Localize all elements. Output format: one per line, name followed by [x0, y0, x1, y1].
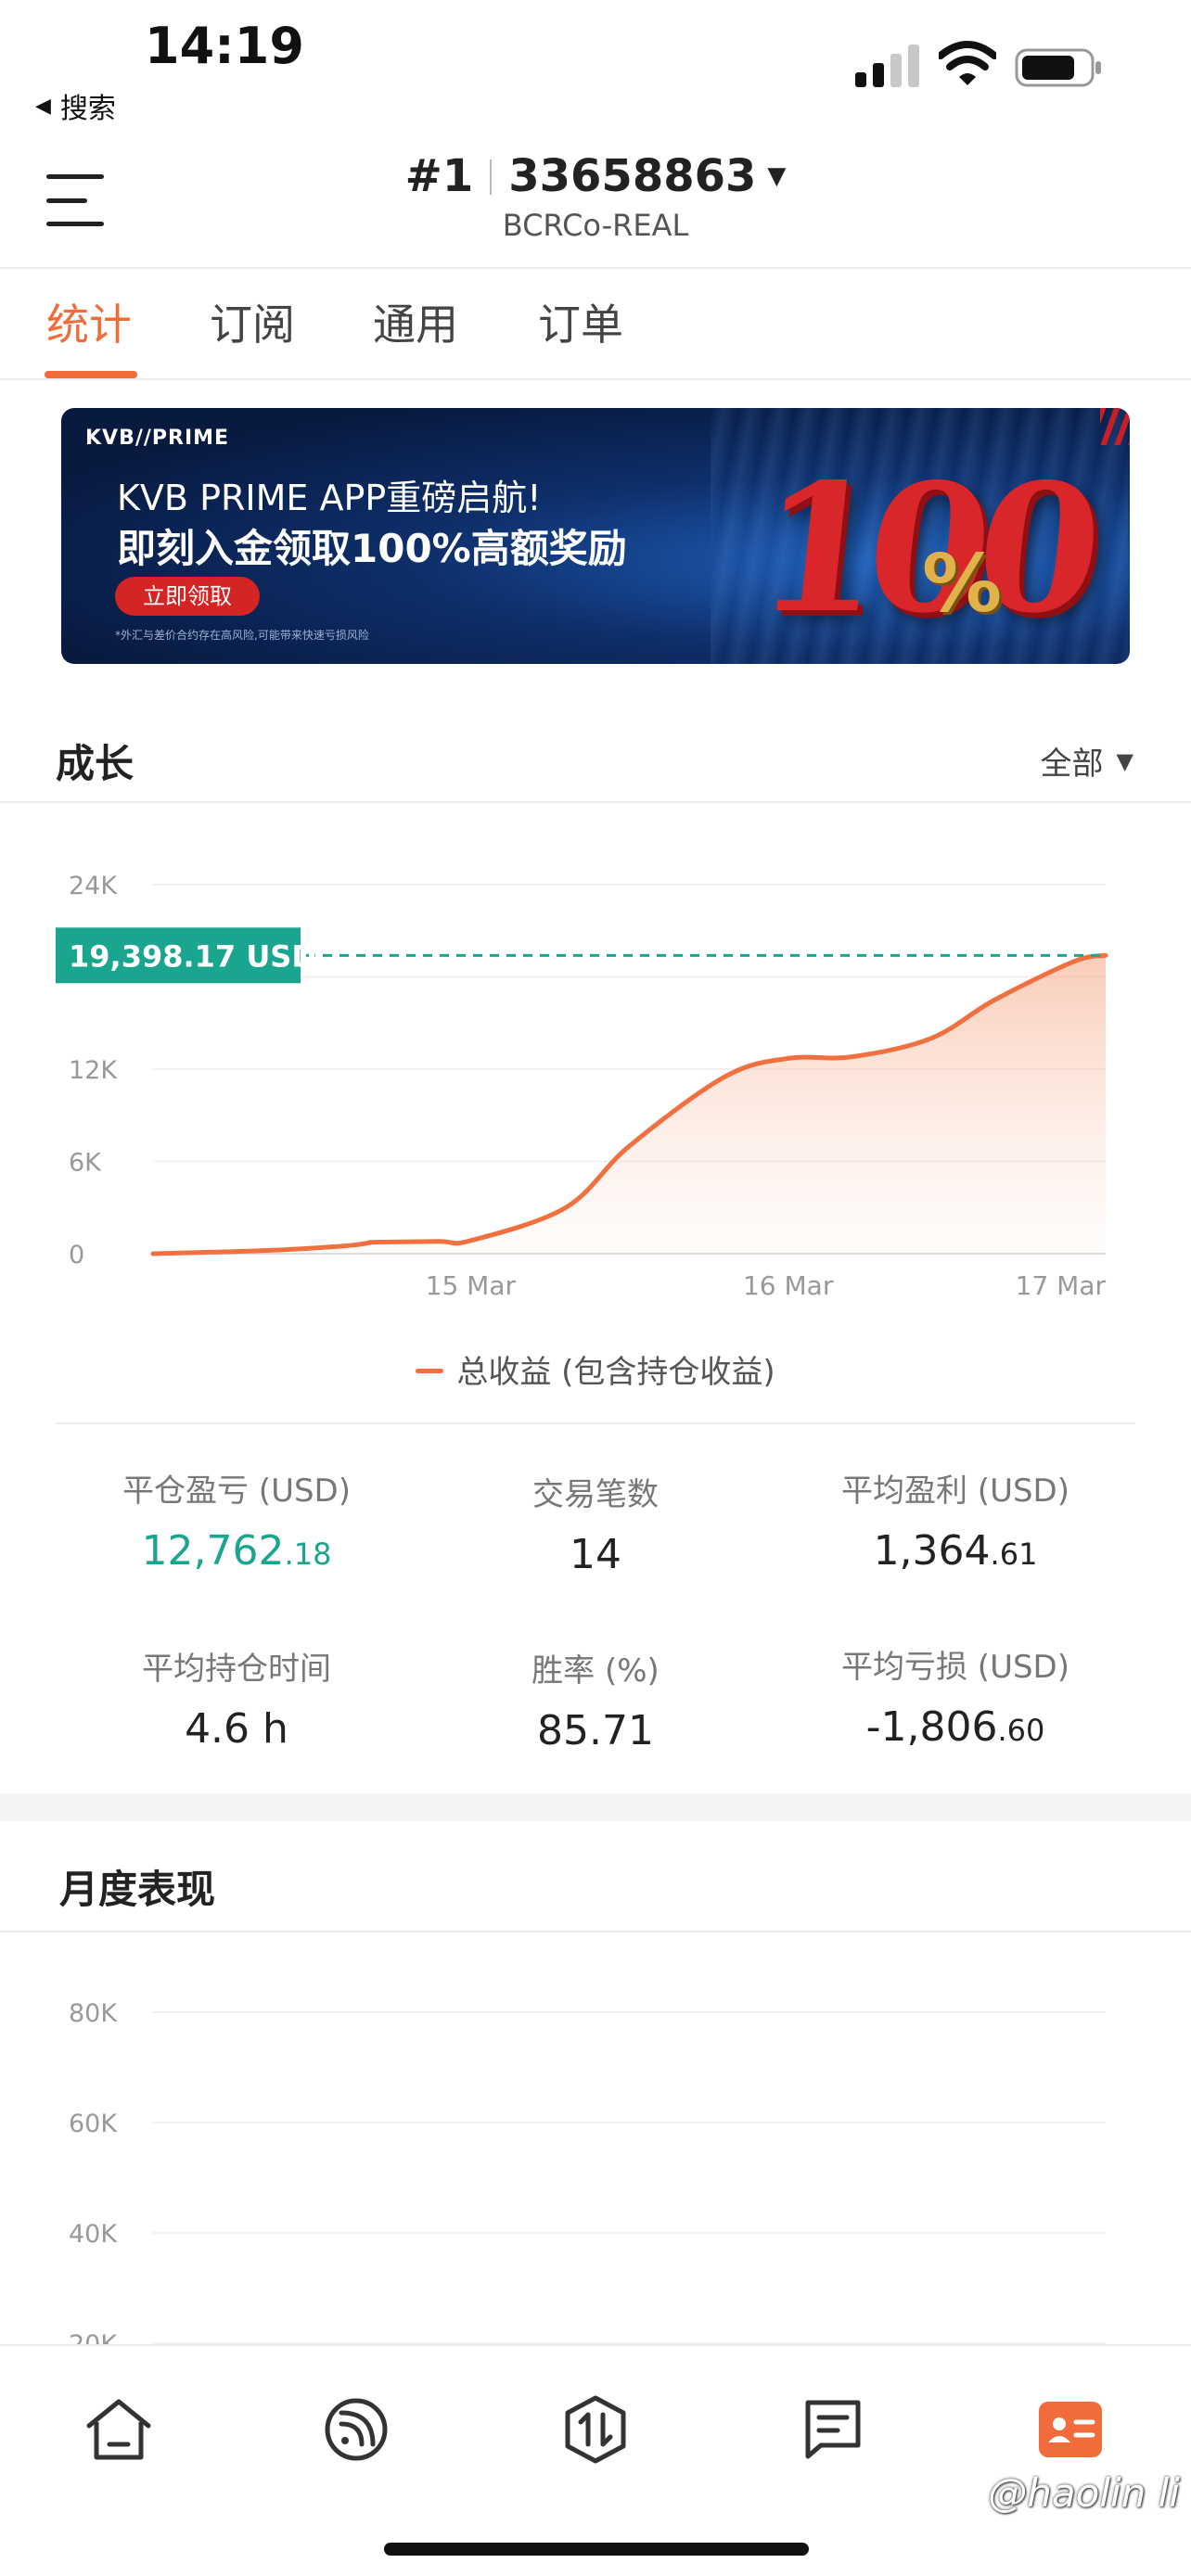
y-tick-label: 20K — [69, 2330, 118, 2344]
nav-feed[interactable] — [319, 2392, 393, 2467]
account-selector[interactable]: #1 33658863 ▼ — [0, 150, 1191, 202]
x-tick-label: 16 Mar — [743, 1270, 834, 1301]
stat-value-dec: .61 — [990, 1537, 1038, 1572]
tab-statistics[interactable]: 统计 — [46, 291, 132, 352]
stat-value: 4.6 h — [51, 1705, 422, 1753]
stat-item: 平均亏损 (USD) -1,806.60 — [770, 1641, 1141, 1751]
back-to-search-button[interactable]: ◀ 搜索 — [35, 85, 116, 126]
current-value-badge-text: 19,398.17 USD — [69, 938, 316, 974]
stat-item: 胜率 (%) 85.71 — [410, 1645, 781, 1754]
account-index: #1 — [404, 150, 474, 202]
battery-icon — [1015, 48, 1101, 87]
legend-swatch — [416, 1369, 444, 1373]
home-indicator[interactable] — [384, 2543, 809, 2556]
bottom-navigation: @haolin li — [0, 2344, 1191, 2576]
y-tick-label: 40K — [69, 2220, 118, 2249]
section-separator — [0, 1793, 1191, 1821]
nav-home[interactable] — [82, 2392, 156, 2467]
stat-value-int: -1,806 — [865, 1703, 998, 1751]
stat-value-int: 14 — [570, 1531, 621, 1578]
profile-card-icon — [1039, 2402, 1102, 2457]
active-tab-indicator — [45, 371, 137, 378]
current-value-badge: 19,398.17 USD — [56, 927, 316, 984]
trade-icon — [565, 2395, 626, 2464]
growth-area-fill — [153, 955, 1106, 1254]
y-tick-label: 60K — [69, 2110, 118, 2138]
y-tick-label: 0 — [69, 1241, 84, 1269]
server-name: BCRCo-REAL — [502, 208, 689, 243]
banner-subtitle: 即刻入金领取100%高额奖励 — [117, 526, 627, 571]
tab-general[interactable]: 通用 — [373, 291, 458, 352]
stat-label: 平仓盈亏 (USD) — [122, 1473, 351, 1510]
x-tick-label: 15 Mar — [426, 1270, 517, 1301]
clock: 14:19 — [145, 17, 304, 75]
banner-percent: % — [922, 538, 1003, 631]
legend-label: 总收益 (包含持仓收益) — [456, 1354, 775, 1391]
stat-value-dec: .60 — [997, 1713, 1045, 1748]
stat-label: 胜率 (%) — [531, 1652, 660, 1690]
x-tick-label: 17 Mar — [1016, 1270, 1107, 1301]
stat-label: 交易笔数 — [532, 1476, 659, 1513]
back-arrow-icon: ◀ — [35, 94, 51, 118]
home-icon — [86, 2399, 151, 2460]
tab-subscribe[interactable]: 订阅 — [210, 291, 295, 352]
stat-label: 平均盈利 (USD) — [841, 1473, 1069, 1510]
nav-notes[interactable] — [796, 2392, 870, 2467]
stat-item: 平均持仓时间 4.6 h — [51, 1643, 422, 1753]
range-dropdown[interactable]: 全部 ▼ — [1041, 738, 1133, 784]
kvb-prime-logo: KVB//PRIME — [85, 427, 230, 450]
chevron-down-icon: ▼ — [1116, 747, 1133, 774]
range-value: 全部 — [1040, 746, 1104, 783]
stat-value-int: 12,762 — [141, 1527, 285, 1575]
watermark: @haolin li — [988, 2470, 1180, 2516]
monthly-title: 月度表现 — [59, 1867, 216, 1912]
y-tick-label: 80K — [69, 1999, 118, 2028]
promo-banner[interactable]: KVB//PRIME KVB PRIME APP重磅启航! 即刻入金领取100%… — [61, 408, 1130, 664]
stat-value: 1,364.61 — [770, 1527, 1141, 1575]
growth-title: 成长 — [56, 741, 134, 786]
stat-item: 交易笔数 14 — [410, 1469, 781, 1578]
growth-section-header: 成长 全部 ▼ — [0, 701, 1191, 803]
nav-trade[interactable] — [558, 2392, 633, 2467]
chevron-down-icon: ▼ — [767, 162, 787, 190]
stat-value: 14 — [410, 1531, 781, 1578]
monthly-chart: 80K 60K 40K 20K — [69, 1999, 1106, 2344]
wifi-icon — [939, 41, 996, 85]
stat-value-int: 4.6 h — [185, 1705, 288, 1753]
banner-disclaimer: *外汇与差价合约存在高风险,可能带来快速亏损风险 — [115, 629, 369, 642]
stat-label: 平均亏损 (USD) — [841, 1649, 1069, 1686]
stat-value: -1,806.60 — [770, 1703, 1141, 1751]
stat-value-int: 85.71 — [537, 1707, 654, 1754]
cellular-signal-icon — [855, 45, 919, 87]
banner-title: KVB PRIME APP重磅启航! — [117, 478, 542, 518]
stat-value-dec: .18 — [284, 1537, 332, 1572]
status-bar: 14:19 ◀ 搜索 — [0, 0, 1191, 130]
decorative-stripes — [1100, 408, 1130, 445]
y-tick-label: 6K — [69, 1149, 102, 1178]
feed-icon — [325, 2398, 388, 2461]
tab-bar: 统计 订阅 通用 订单 — [0, 269, 1191, 380]
stat-item: 平仓盈亏 (USD) 12,762.18 — [51, 1465, 422, 1575]
account-number: 33658863 — [508, 150, 757, 202]
stat-label: 平均持仓时间 — [142, 1651, 331, 1688]
growth-chart: 19,398.17 USD 24K 12K 6K 0 15 Mar 16 Mar 17 Ma… — [56, 872, 1108, 1301]
claim-now-button[interactable]: 立即领取 — [115, 577, 260, 616]
stat-value: 85.71 — [410, 1707, 781, 1754]
y-tick-label: 24K — [69, 872, 118, 900]
notes-icon — [805, 2400, 861, 2459]
y-tick-label: 12K — [69, 1056, 118, 1085]
monthly-section-header: 月度表现 — [0, 1830, 1191, 1932]
nav-profile[interactable] — [1033, 2392, 1108, 2467]
tab-orders[interactable]: 订单 — [538, 291, 623, 352]
chart-legend: 总收益 (包含持仓收益) — [0, 1346, 1191, 1392]
stat-item: 平均盈利 (USD) 1,364.61 — [770, 1465, 1141, 1575]
back-label: 搜索 — [59, 93, 116, 125]
stat-value: 12,762.18 — [51, 1527, 422, 1575]
account-header: #1 33658863 ▼ BCRCo-REAL — [0, 130, 1191, 269]
stat-value-int: 1,364 — [873, 1527, 991, 1575]
